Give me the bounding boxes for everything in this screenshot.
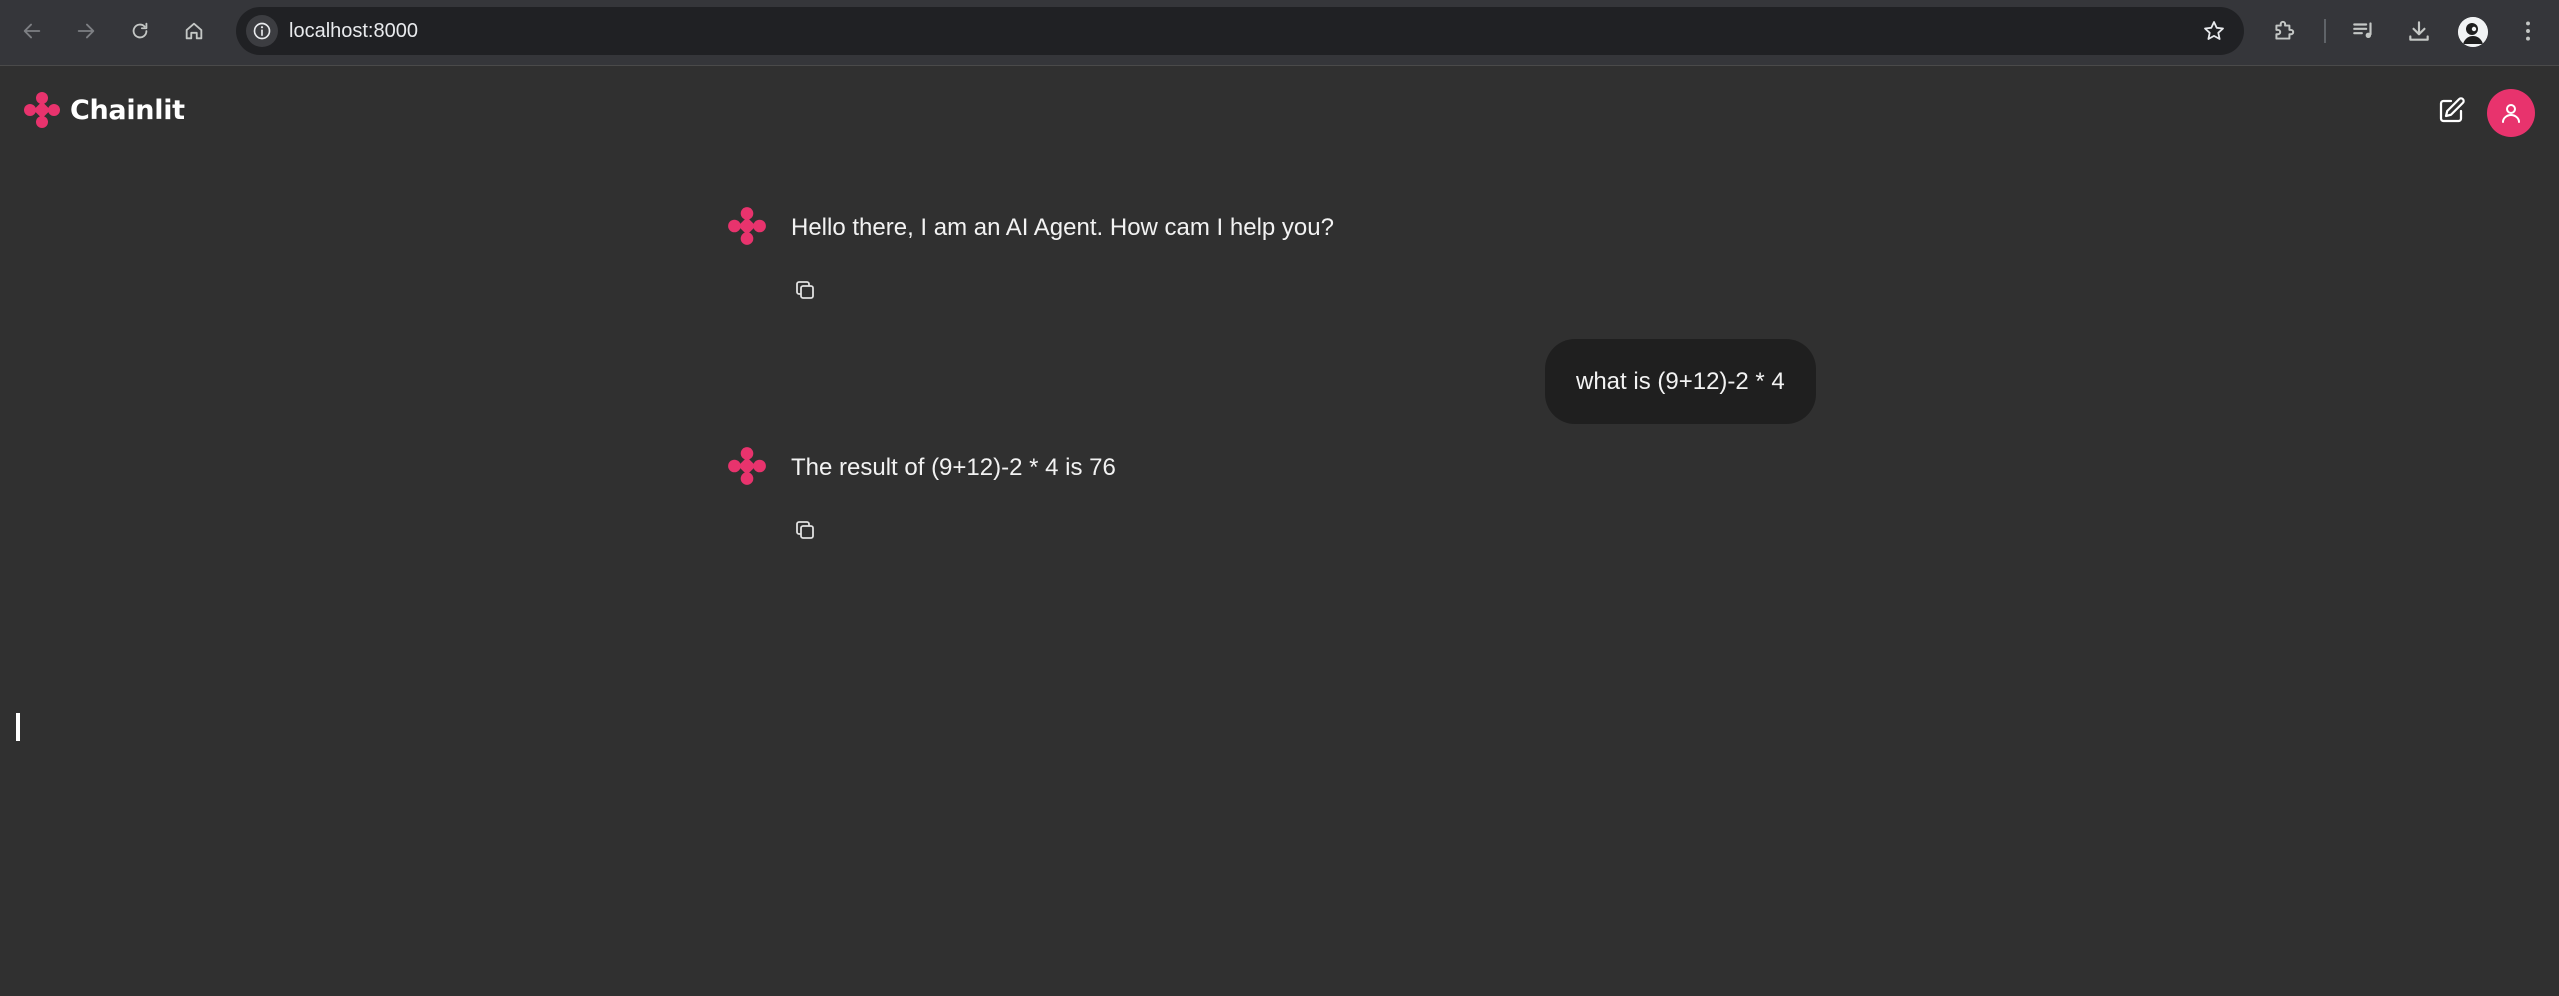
- star-icon: [2204, 21, 2224, 40]
- assistant-avatar-icon: [728, 207, 766, 245]
- bookmark-button[interactable]: [2200, 17, 2228, 45]
- message-text: The result of (9+12)-2 * 4 is 76: [791, 454, 1116, 481]
- downloads-button[interactable]: [2403, 15, 2435, 47]
- user-menu-button[interactable]: [2487, 89, 2535, 137]
- back-button[interactable]: [16, 15, 48, 47]
- site-info-button[interactable]: [246, 15, 278, 47]
- media-controls-icon: [2353, 22, 2372, 39]
- copy-icon: [796, 281, 814, 299]
- reload-button[interactable]: [124, 15, 156, 47]
- text-cursor: [16, 713, 20, 741]
- edit-icon: [2439, 97, 2465, 123]
- arrow-right-icon: [77, 23, 95, 39]
- browser-toolbar: localhost:8000: [0, 0, 2559, 66]
- message-text: what is (9+12)-2 * 4: [1576, 367, 1785, 395]
- new-chat-button[interactable]: [2433, 93, 2469, 129]
- forward-button[interactable]: [70, 15, 102, 47]
- user-message-bubble: what is (9+12)-2 * 4: [1545, 339, 1816, 424]
- chainlit-logo[interactable]: Chainlit: [22, 90, 185, 130]
- chainlit-logo-icon: [24, 92, 60, 128]
- extensions-button[interactable]: [2268, 15, 2300, 47]
- toolbar-divider: [2324, 19, 2326, 43]
- copy-button[interactable]: [791, 276, 819, 304]
- download-icon: [2409, 21, 2429, 41]
- copy-button[interactable]: [791, 516, 819, 544]
- user-icon: [2502, 104, 2520, 123]
- address-bar[interactable]: localhost:8000: [236, 7, 2244, 55]
- profile-picture-icon: [2458, 17, 2488, 47]
- profile-avatar[interactable]: [2458, 17, 2488, 47]
- home-icon: [185, 22, 203, 40]
- home-button[interactable]: [178, 15, 210, 47]
- app-header: Chainlit: [0, 67, 2559, 161]
- message-text: Hello there, I am an AI Agent. How cam I…: [791, 214, 1334, 241]
- info-icon: [253, 22, 271, 40]
- app-name: Chainlit: [70, 94, 185, 126]
- reload-icon: [132, 22, 148, 39]
- arrow-left-icon: [23, 23, 41, 39]
- assistant-avatar-icon: [728, 447, 766, 485]
- url-text[interactable]: localhost:8000: [289, 20, 418, 42]
- puzzle-icon: [2275, 20, 2295, 40]
- kebab-menu-icon: [2526, 21, 2530, 41]
- browser-menu-button[interactable]: [2512, 15, 2544, 47]
- copy-icon: [796, 521, 814, 539]
- media-controls-button[interactable]: [2348, 15, 2380, 47]
